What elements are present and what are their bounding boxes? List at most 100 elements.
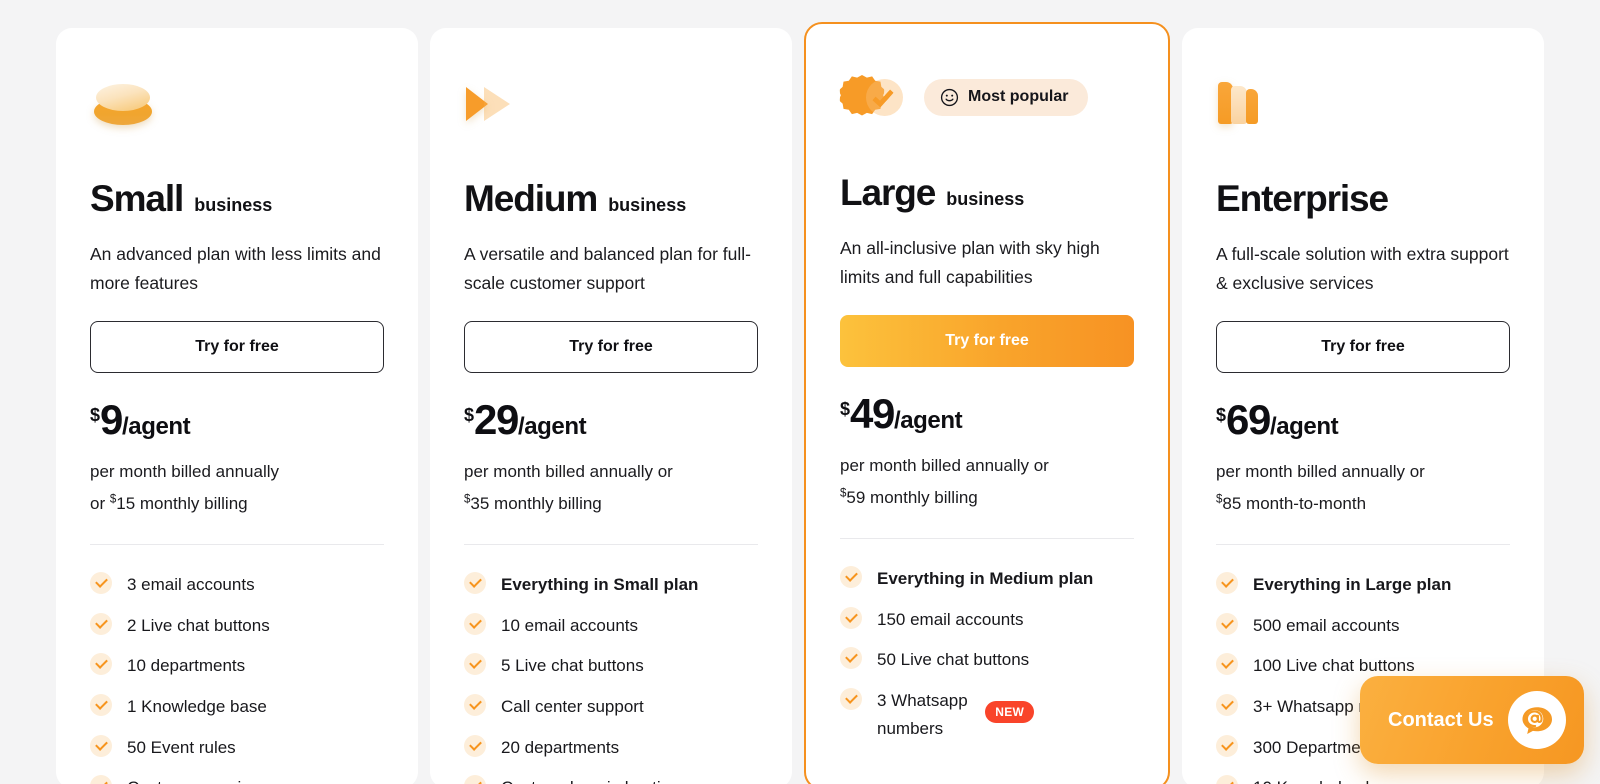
pricing-card-enterprise[interactable]: Enterprise A full-scale solution with ex… [1182, 28, 1544, 784]
try-for-free-button[interactable]: Try for free [840, 315, 1134, 368]
billing-note: per month billed annually or $15 monthly… [90, 456, 384, 520]
feature-label: Call center support [501, 697, 644, 717]
features-list: Everything in Medium plan 150 email acco… [840, 565, 1134, 743]
billing-line-1: per month billed annually or [840, 456, 1049, 476]
plan-description: An advanced plan with less limits and mo… [90, 244, 381, 293]
check-icon [840, 688, 862, 711]
check-icon [464, 653, 486, 676]
feature-label: 500 email accounts [1253, 615, 1400, 635]
card-icon-row: Most popular [840, 66, 1134, 128]
pricing-card-large[interactable]: Most popular Large business An all-inclu… [804, 22, 1170, 784]
price-per-unit: /agent [517, 413, 587, 441]
check-icon [90, 653, 112, 676]
plan-description: A versatile and balanced plan for full-s… [464, 244, 751, 293]
plan-kind: business [946, 189, 1025, 209]
feature-item: 3 email accounts [90, 571, 384, 599]
plan-kind: business [608, 195, 687, 215]
feature-label: Everything in Large plan [1253, 574, 1452, 594]
try-for-free-button[interactable]: Try for free [90, 321, 384, 374]
feature-label: 3 email accounts [127, 574, 255, 594]
feature-item: 2 Live chat buttons [90, 612, 384, 640]
check-icon [1216, 653, 1238, 676]
feature-label: 10 email accounts [501, 615, 639, 635]
features-list: 3 email accounts 2 Live chat buttons 10 … [90, 571, 384, 784]
contact-us-label: Contact Us [1388, 708, 1494, 731]
check-icon [90, 775, 112, 784]
check-icon [464, 571, 486, 594]
plan-name: Large [840, 172, 936, 213]
smiley-icon [940, 88, 959, 106]
price-amount: 29 [474, 396, 519, 444]
feature-label: Customer service [127, 774, 259, 784]
price-line: $ 29 /agent [464, 399, 758, 441]
feature-item: 50 Live chat buttons [840, 646, 1134, 674]
plan-title: Small business [90, 178, 384, 220]
billing-line-1: per month billed annually or [1216, 462, 1425, 482]
check-icon [840, 565, 862, 588]
price-amount: 49 [850, 390, 895, 438]
feature-label: 50 Event rules [127, 737, 236, 757]
price-amount: 9 [100, 396, 123, 444]
feature-label: 5 Live chat buttons [501, 656, 644, 676]
feature-item: 10 departments [90, 652, 384, 680]
price-currency: $ [1216, 405, 1227, 426]
contact-us-widget[interactable]: Contact Us [1360, 676, 1584, 764]
try-for-free-button[interactable]: Try for free [464, 321, 758, 374]
divider [464, 543, 758, 545]
check-icon [1216, 694, 1238, 717]
at-speech-bubble-icon [1507, 691, 1566, 749]
features-list: Everything in Small plan 10 email accoun… [464, 571, 758, 784]
feature-item: Call center support [464, 693, 758, 721]
check-icon [1216, 775, 1238, 784]
check-icon [1216, 612, 1238, 635]
feature-label: Everything in Medium plan [877, 568, 1094, 588]
feature-item: 500 email accounts [1216, 612, 1510, 640]
feature-label: 2 Live chat buttons [127, 615, 270, 635]
stacked-discs-icon [90, 74, 156, 132]
feature-label: 150 email accounts [877, 609, 1024, 629]
plan-name: Medium [464, 178, 598, 219]
pricing-card-small[interactable]: Small business An advanced plan with les… [56, 28, 418, 784]
card-icon-row [1216, 72, 1510, 134]
new-badge: NEW [985, 701, 1035, 724]
check-icon [90, 694, 112, 717]
check-icon [90, 571, 112, 594]
billing-note: per month billed annually or $35 monthly… [464, 456, 758, 520]
divider [90, 543, 384, 545]
feature-label: 10 departments [127, 656, 246, 676]
rosette-check-icon [840, 68, 906, 126]
billing-note: per month billed annually or $85 month-t… [1216, 456, 1510, 520]
feature-item: Everything in Small plan [464, 571, 758, 599]
plan-title: Large business [840, 172, 1134, 214]
pricing-card-medium[interactable]: Medium business A versatile and balanced… [430, 28, 792, 784]
billing-line-1: per month billed annually or [464, 462, 673, 482]
feature-item: 3 Whatsapp numbers NEW [840, 687, 1035, 742]
plan-description: An all-inclusive plan with sky high limi… [840, 238, 1100, 287]
plan-title: Medium business [464, 178, 758, 220]
price-per-unit: /agent [1269, 413, 1339, 441]
billing-line-2: $85 month-to-month [1216, 493, 1367, 513]
price-line: $ 49 /agent [840, 393, 1134, 435]
feature-item: 10 Knowledge bases [1216, 774, 1510, 784]
billing-line-2: $35 monthly billing [464, 493, 602, 513]
feature-item: 150 email accounts [840, 606, 1134, 634]
feature-label: 20 departments [501, 737, 620, 757]
plan-description: A full-scale solution with extra support… [1216, 244, 1509, 293]
double-play-icon [464, 74, 530, 132]
divider [840, 537, 1134, 539]
card-icon-row [90, 72, 384, 134]
plan-title: Enterprise [1216, 178, 1510, 220]
feature-item: 50 Event rules [90, 734, 384, 762]
feature-item: 1 Knowledge base [90, 693, 384, 721]
card-icon-row [464, 72, 758, 134]
buildings-icon [1216, 74, 1282, 132]
billing-line-2: $59 monthly billing [840, 487, 978, 507]
feature-item: 20 departments [464, 734, 758, 762]
plan-kind: business [194, 195, 273, 215]
price-line: $ 69 /agent [1216, 399, 1510, 441]
billing-line-1: per month billed annually [90, 462, 280, 482]
price-amount: 69 [1226, 396, 1271, 444]
billing-line-2: or $15 monthly billing [90, 493, 248, 513]
check-icon [840, 647, 862, 670]
try-for-free-button[interactable]: Try for free [1216, 321, 1510, 374]
